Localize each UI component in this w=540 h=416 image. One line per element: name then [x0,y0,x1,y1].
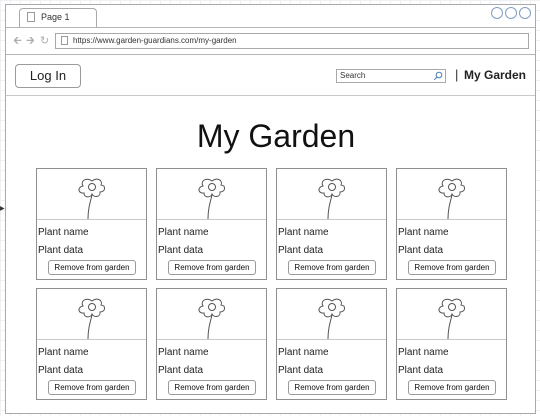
plant-image [157,289,266,340]
plant-data: Plant data [278,365,324,376]
page-title: My Garden [196,118,356,154]
plant-name: Plant name [278,347,329,358]
plant-image [397,289,506,340]
remove-from-garden-button[interactable]: Remove from garden [168,380,256,395]
plant-name: Plant name [38,227,89,238]
remove-from-garden-button[interactable]: Remove from garden [288,380,376,395]
flower-icon [438,298,466,339]
plant-card: Plant name Plant data Remove from garden [276,168,387,280]
tab-strip: Page 1 [6,5,535,28]
close-icon[interactable] [519,7,531,19]
plant-card: Plant name Plant data Remove from garden [396,168,507,280]
plant-data: Plant data [398,245,444,256]
plant-data: Plant data [38,365,84,376]
plant-image [37,289,146,340]
search-input[interactable]: Search [336,69,446,83]
plant-name: Plant name [38,347,89,358]
plant-image [277,289,386,340]
address-bar: 🡰 🡲 ↻ https://www.garden-guardians.com/m… [6,28,535,55]
plant-name: Plant name [158,347,209,358]
maximize-icon[interactable] [505,7,517,19]
login-button[interactable]: Log In [15,64,81,88]
browser-window: Page 1 🡰 🡲 ↻ https://www.garden-guardian… [5,4,536,414]
forward-arrow-icon[interactable]: 🡲 [26,35,35,47]
tab-title: Page 1 [41,12,70,22]
flower-icon [78,178,106,219]
remove-from-garden-button[interactable]: Remove from garden [408,260,496,275]
plant-card: Plant name Plant data Remove from garden [156,168,267,280]
site-header: Log In Search | My Garden [6,55,535,96]
plant-data: Plant data [38,245,84,256]
plant-image [37,169,146,220]
plant-card: Plant name Plant data Remove from garden [156,288,267,400]
browser-tab[interactable]: Page 1 [19,8,97,27]
flower-icon [198,178,226,219]
plant-name: Plant name [398,227,449,238]
remove-from-garden-button[interactable]: Remove from garden [288,260,376,275]
flower-icon [318,298,346,339]
flower-icon [438,178,466,219]
reload-icon[interactable]: ↻ [40,35,49,47]
window-controls [491,7,531,19]
header-title[interactable]: My Garden [464,68,526,82]
flower-icon [78,298,106,339]
plant-card: Plant name Plant data Remove from garden [36,288,147,400]
remove-from-garden-button[interactable]: Remove from garden [48,260,136,275]
plant-data: Plant data [158,365,204,376]
plant-data: Plant data [398,365,444,376]
remove-from-garden-button[interactable]: Remove from garden [48,380,136,395]
remove-from-garden-button[interactable]: Remove from garden [408,380,496,395]
plant-card: Plant name Plant data Remove from garden [396,288,507,400]
plant-name: Plant name [278,227,329,238]
search-placeholder: Search [340,71,366,80]
header-separator: | [455,67,459,82]
search-icon[interactable] [433,71,443,81]
plant-image [157,169,266,220]
plant-data: Plant data [158,245,204,256]
back-arrow-icon[interactable]: 🡰 [13,35,22,47]
page-icon [27,12,35,22]
arrow-marker-icon: ▶ [0,206,5,212]
plant-card: Plant name Plant data Remove from garden [276,288,387,400]
url-input[interactable]: https://www.garden-guardians.com/my-gard… [55,33,529,49]
plant-data: Plant data [278,245,324,256]
plant-name: Plant name [398,347,449,358]
remove-from-garden-button[interactable]: Remove from garden [168,260,256,275]
plant-card: Plant name Plant data Remove from garden [36,168,147,280]
plant-image [277,169,386,220]
minimize-icon[interactable] [491,7,503,19]
url-text: https://www.garden-guardians.com/my-gard… [73,36,237,45]
page-icon [61,36,68,45]
plant-image [397,169,506,220]
flower-icon [318,178,346,219]
plant-name: Plant name [158,227,209,238]
flower-icon [198,298,226,339]
